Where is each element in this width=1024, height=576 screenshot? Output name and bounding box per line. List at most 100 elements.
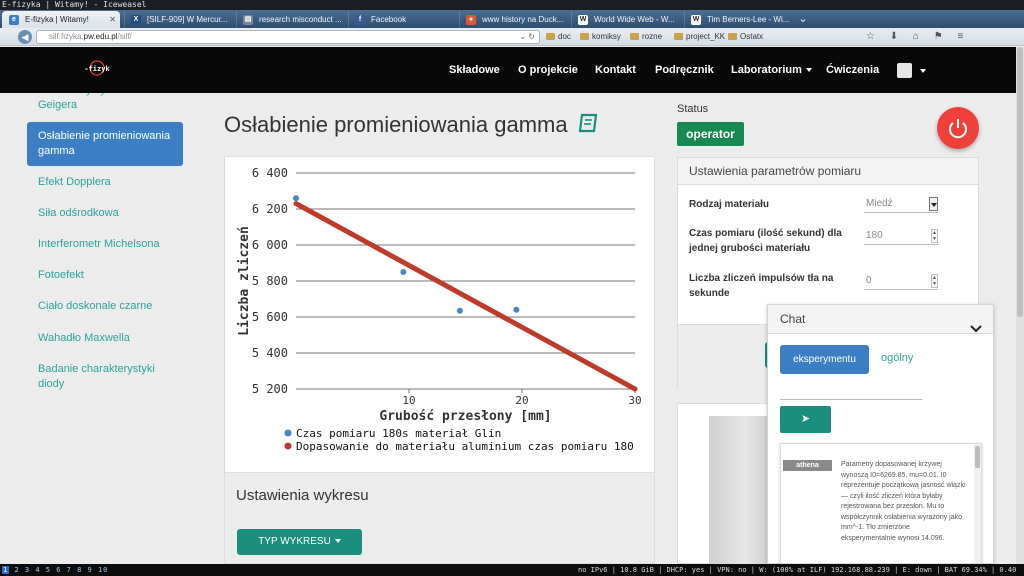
- tab-label: Tim Berners-Lee - Wi...: [707, 15, 790, 24]
- avatar[interactable]: [897, 63, 912, 78]
- workspace-4[interactable]: 4: [35, 566, 40, 574]
- workspace-3[interactable]: 3: [25, 566, 30, 574]
- tab-research[interactable]: ▤ research misconduct ...: [236, 11, 344, 28]
- tab-label: E-fizyka | Witamy!: [25, 15, 89, 24]
- y-tick-label: 6 200: [252, 202, 288, 216]
- spinner-icon[interactable]: ▲ ▼: [931, 274, 938, 288]
- tab-duckduckgo[interactable]: ● www history na Duck...: [459, 11, 567, 28]
- tab-label: www history na Duck...: [482, 15, 564, 24]
- x-axis-label: Grubość przesłony [mm]: [379, 409, 551, 424]
- tab-label: World Wide Web - W...: [594, 15, 675, 24]
- chat-message-input[interactable]: [780, 386, 922, 400]
- sidebar-item-maxwell[interactable]: Wahadło Maxwella: [27, 331, 183, 346]
- workspace-10[interactable]: 10: [98, 566, 108, 574]
- url-domain: pw.edu.pl: [83, 32, 118, 41]
- sidebar-item-fotoefekt[interactable]: Fotoefekt: [27, 268, 183, 283]
- nav-kontakt[interactable]: Kontakt: [595, 64, 636, 76]
- close-tab-icon[interactable]: ✕: [109, 11, 116, 28]
- chat-scrollbar[interactable]: [974, 444, 981, 563]
- url-bar[interactable]: silf.fizyka.pw.edu.pl/silf/ ⌄ ↻: [36, 30, 540, 44]
- time-label: Czas pomiaru (ilość sekund) dla jednej g…: [689, 228, 842, 254]
- legend-label: Czas pomiaru 180s materiał Glin: [296, 427, 501, 440]
- efizyka-logo[interactable]: e-fizyka: [80, 59, 114, 77]
- tab-facebook[interactable]: f Facebook: [348, 11, 456, 28]
- nav-laboratorium-label: Laboratorium: [731, 64, 802, 76]
- jira-icon: X: [131, 15, 141, 25]
- y-tick-label: 5 200: [252, 382, 288, 396]
- y-tick-label: 5 800: [252, 274, 288, 288]
- workspace-7[interactable]: 7: [67, 566, 72, 574]
- nav-podrecznik[interactable]: Podręcznik: [655, 64, 714, 76]
- bookmark-rozne[interactable]: rozne: [630, 32, 662, 42]
- background-value: 0: [866, 275, 872, 286]
- spinner-icon[interactable]: ▲ ▼: [931, 229, 938, 243]
- book-icon[interactable]: [578, 113, 600, 139]
- bookmark-doc[interactable]: doc: [546, 32, 571, 42]
- sidebar-item-cialo[interactable]: Ciało doskonale czarne: [27, 299, 183, 314]
- url-path: /silf/: [117, 32, 132, 41]
- page-scrollbar[interactable]: [1016, 47, 1024, 564]
- chat-log: athena Parametry dopasowanej krzywej wyn…: [780, 443, 982, 564]
- logo-icon: e-fizyka: [80, 60, 114, 76]
- chat-header[interactable]: Chat: [768, 305, 993, 334]
- x-tick-label: 10: [402, 394, 415, 407]
- material-select[interactable]: Miedź: [864, 196, 938, 213]
- time-input[interactable]: 180 ▲ ▼: [864, 228, 938, 245]
- tab-berners-lee[interactable]: W Tim Berners-Lee - Wi...: [684, 11, 794, 28]
- nav-laboratorium[interactable]: Laboratorium: [731, 64, 812, 76]
- back-icon[interactable]: ◀: [18, 30, 32, 44]
- url-prefix: silf.fizyka.: [49, 32, 84, 41]
- sidebar-item-sila[interactable]: Siła odśrodkowa: [27, 206, 183, 221]
- site-navbar: e-fizyka Składowe O projekcie Kontakt Po…: [0, 47, 1024, 93]
- legend-marker: [284, 429, 292, 437]
- workspace-6[interactable]: 6: [56, 566, 61, 574]
- workspace-8[interactable]: 8: [77, 566, 82, 574]
- background-input[interactable]: 0 ▲ ▼: [864, 273, 938, 290]
- sidebar-item-gamma[interactable]: Osłabienie promieniowania gamma: [27, 122, 183, 166]
- power-button[interactable]: [937, 107, 979, 149]
- workspace-9[interactable]: 9: [88, 566, 93, 574]
- tab-efizyka[interactable]: e E-fizyka | Witamy! ✕: [2, 11, 120, 28]
- chat-title: Chat: [780, 312, 806, 326]
- bookmark-ostatx[interactable]: Ostatx: [728, 32, 763, 42]
- tab-list-icon[interactable]: ⌄: [796, 12, 810, 26]
- tab-www-wikipedia[interactable]: W World Wide Web - W...: [571, 11, 681, 28]
- chart-type-button[interactable]: TYP WYKRESU: [237, 529, 362, 555]
- nav-o-projekcie[interactable]: O projekcie: [518, 64, 578, 76]
- sidebar-item-geiger[interactable]: Charakterystyka licznika Geigera: [27, 93, 183, 113]
- chat-tab-general[interactable]: ogólny: [881, 352, 913, 364]
- wikipedia-icon: W: [578, 15, 588, 25]
- workspace-switcher[interactable]: 1 2 3 4 5 6 7 8 9 10: [2, 564, 108, 576]
- chevron-down-icon[interactable]: [970, 315, 982, 344]
- x-tick-label: 30: [628, 394, 641, 407]
- nav-cwiczenia[interactable]: Ćwiczenia: [826, 64, 879, 76]
- legend-label: Dopasowanie do materiału aluminium czas …: [296, 440, 634, 453]
- reload-icon[interactable]: ⌄ ↻: [519, 31, 535, 43]
- workspace-1[interactable]: 1: [2, 566, 10, 574]
- sidebar-item-doppler[interactable]: Efekt Dopplera: [27, 175, 183, 190]
- dropdown-arrow-icon[interactable]: [929, 197, 938, 211]
- workspace-5[interactable]: 5: [46, 566, 51, 574]
- nav-skladowe[interactable]: Składowe: [449, 64, 500, 76]
- y-tick-label: 6 400: [252, 166, 288, 180]
- attenuation-chart: 5 200 5 400 5 600 5 800 6 000 6 200 6 400 10 20 3…: [237, 166, 642, 453]
- sidebar-item-michelson[interactable]: Interferometr Michelsona: [27, 237, 183, 252]
- params-title: Ustawienia parametrów pomiaru: [678, 158, 978, 185]
- send-button[interactable]: ➤: [780, 406, 831, 433]
- workspace-2[interactable]: 2: [14, 566, 19, 574]
- sidebar-item-dioda[interactable]: Badanie charakterystyki diody: [27, 362, 183, 392]
- chart-type-label: TYP WYKRESU: [258, 536, 331, 547]
- chat-tab-experiment[interactable]: eksperymentu: [780, 345, 869, 374]
- y-tick-label: 6 000: [252, 238, 288, 252]
- duckduckgo-icon: ●: [466, 15, 476, 25]
- bookmark-komiksy[interactable]: komiksy: [580, 32, 621, 42]
- user-menu-caret-icon[interactable]: [920, 69, 926, 73]
- chat-username: athena: [783, 460, 832, 471]
- desktop-panel: 1 2 3 4 5 6 7 8 9 10 no IPv6 | 10.8 GiB …: [0, 564, 1024, 576]
- power-icon: [949, 119, 967, 139]
- window-title: E-fizyka | Witamy! - Iceweasel: [0, 0, 1024, 10]
- tab-jira[interactable]: X [SILF-909] W Mercur...: [124, 11, 232, 28]
- status-badge: operator: [677, 122, 744, 146]
- bookmark-project[interactable]: project_KK: [674, 32, 725, 42]
- toolbar-extension-icons[interactable]: ☆ ⬇ ⌂ ⚑ ≡: [866, 31, 969, 42]
